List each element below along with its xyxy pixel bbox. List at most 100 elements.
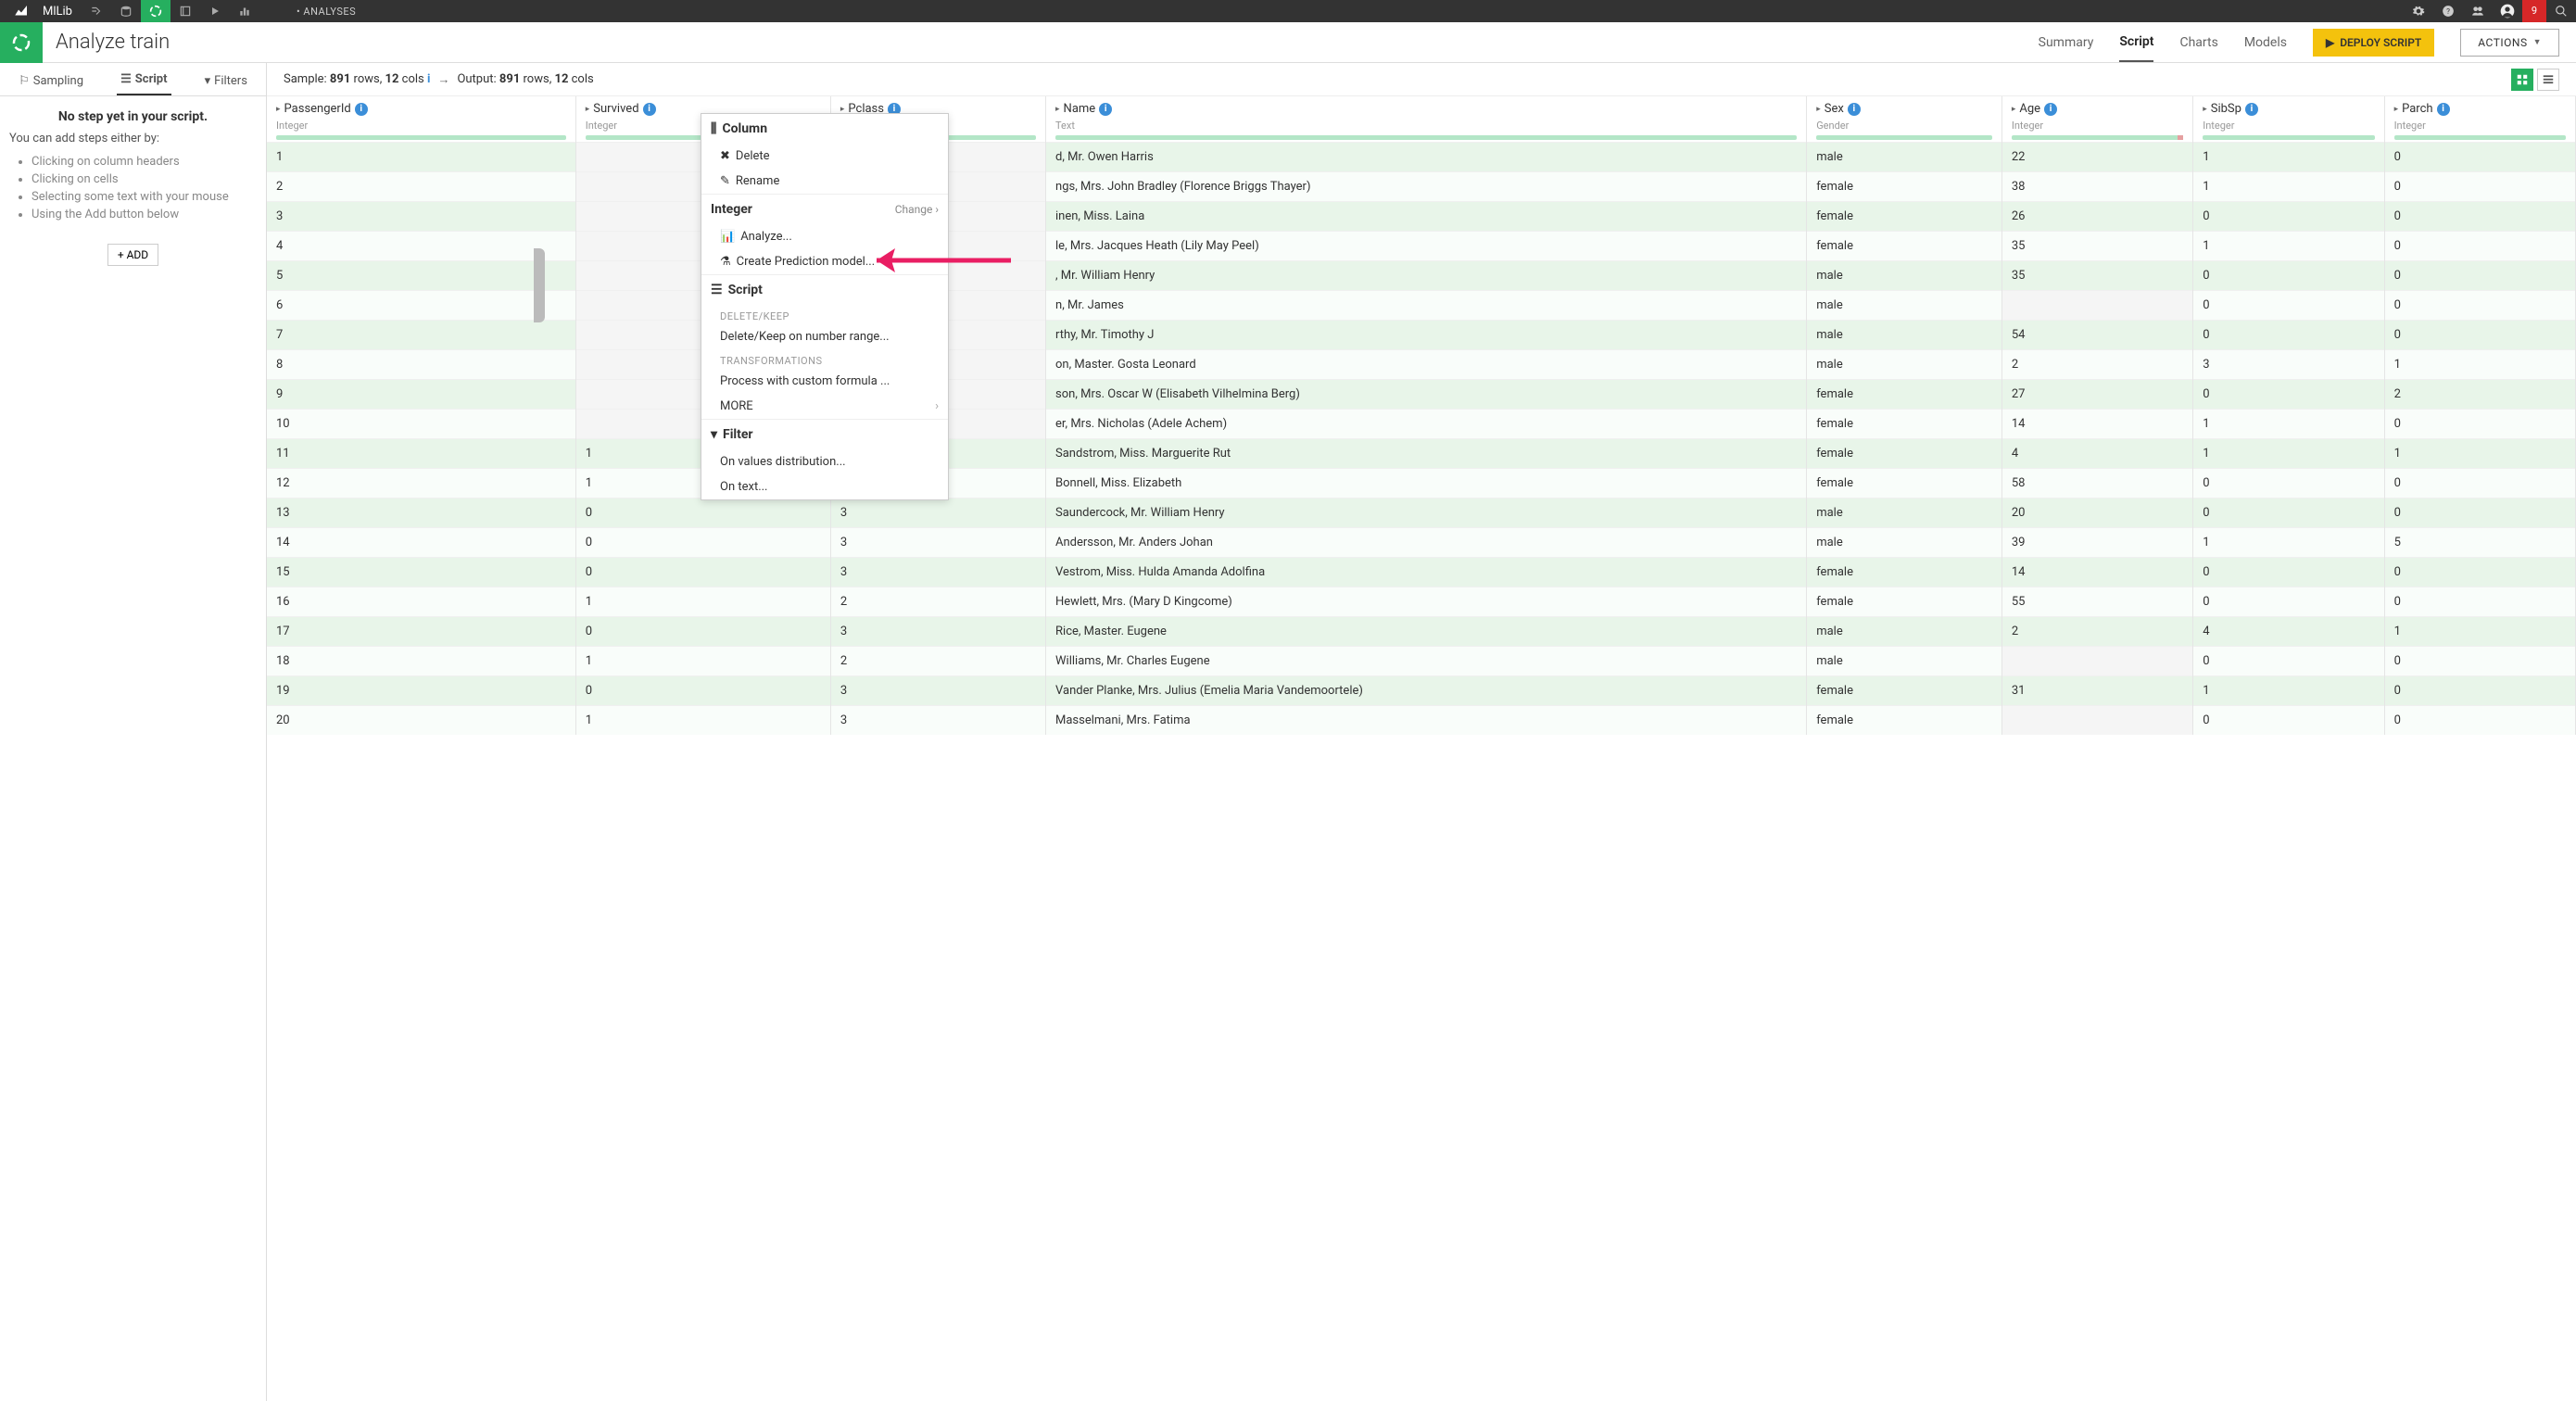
table-row[interactable]: 1903Vander Planke, Mrs. Julius (Emelia M… [267,676,2576,706]
cell-parch[interactable]: 0 [2384,469,2575,499]
cell-sibsp[interactable]: 0 [2193,321,2384,350]
cell-parch[interactable]: 1 [2384,617,2575,647]
menu-custom-formula[interactable]: Process with custom formula ... [701,369,948,394]
cell-sibsp[interactable]: 3 [2193,350,2384,380]
menu-create-prediction[interactable]: ⚗Create Prediction model... [701,249,948,274]
cell-age[interactable]: 54 [2001,321,2192,350]
cell-sibsp[interactable]: 0 [2193,647,2384,676]
cell-sex[interactable]: male [1807,647,2002,676]
cell-parch[interactable]: 0 [2384,676,2575,706]
cell-survived[interactable]: 0 [575,558,830,587]
cell-sex[interactable]: female [1807,676,2002,706]
cell-survived[interactable]: 1 [575,587,830,617]
cell-parch[interactable]: 1 [2384,439,2575,469]
cell-pclass[interactable]: 3 [830,499,1045,528]
cell-sibsp[interactable]: 0 [2193,261,2384,291]
cell-passengerid[interactable]: 20 [267,706,575,736]
cell-sibsp[interactable]: 1 [2193,172,2384,202]
cell-survived[interactable]: 0 [575,676,830,706]
cell-sex[interactable]: male [1807,350,2002,380]
cell-age[interactable]: 14 [2001,558,2192,587]
cell-passengerid[interactable]: 16 [267,587,575,617]
cell-sex[interactable]: male [1807,143,2002,172]
breadcrumb[interactable]: • ANALYSES [297,6,356,18]
cell-pclass[interactable]: 3 [830,528,1045,558]
deploy-script-button[interactable]: ▶ DEPLOY SCRIPT [2313,29,2434,57]
run-icon[interactable] [200,0,230,22]
cell-survived[interactable]: 1 [575,647,830,676]
column-header-age[interactable]: ▸ Age iInteger [2001,96,2192,143]
cell-parch[interactable]: 0 [2384,202,2575,232]
bird-logo-icon[interactable] [0,3,43,19]
cell-parch[interactable]: 0 [2384,291,2575,321]
cell-passengerid[interactable]: 1 [267,143,575,172]
cell-name[interactable]: d, Mr. Owen Harris [1046,143,1807,172]
cell-passengerid[interactable]: 8 [267,350,575,380]
cell-passengerid[interactable]: 15 [267,558,575,587]
analysis-icon[interactable] [141,0,170,22]
cell-name[interactable]: inen, Miss. Laina [1046,202,1807,232]
cell-sibsp[interactable]: 1 [2193,528,2384,558]
cell-passengerid[interactable]: 9 [267,380,575,410]
grid-view-button[interactable] [2511,69,2533,91]
menu-filter-text[interactable]: On text... [701,474,948,499]
menu-filter-distribution[interactable]: On values distribution... [701,449,948,474]
cell-parch[interactable]: 0 [2384,410,2575,439]
column-header-parch[interactable]: ▸ Parch iInteger [2384,96,2575,143]
cell-passengerid[interactable]: 10 [267,410,575,439]
cell-survived[interactable]: 1 [575,706,830,736]
cell-sibsp[interactable]: 4 [2193,617,2384,647]
table-row[interactable]: 6n, Mr. Jamesmale00 [267,291,2576,321]
cell-passengerid[interactable]: 19 [267,676,575,706]
cell-sibsp[interactable]: 1 [2193,410,2384,439]
cell-age[interactable]: 22 [2001,143,2192,172]
cell-name[interactable]: Hewlett, Mrs. (Mary D Kingcome) [1046,587,1807,617]
cell-parch[interactable]: 0 [2384,143,2575,172]
cell-sibsp[interactable]: 0 [2193,291,2384,321]
cell-name[interactable]: ngs, Mrs. John Bradley (Florence Briggs … [1046,172,1807,202]
list-view-button[interactable] [2537,69,2559,91]
cell-name[interactable]: Saundercock, Mr. William Henry [1046,499,1807,528]
brand-text[interactable]: MlLib [43,5,82,19]
cell-passengerid[interactable]: 4 [267,232,575,261]
tab-summary[interactable]: Summary [2039,24,2094,61]
cell-sex[interactable]: male [1807,528,2002,558]
tab-charts[interactable]: Charts [2179,24,2217,61]
cell-name[interactable]: er, Mrs. Nicholas (Adele Achem) [1046,410,1807,439]
cell-pclass[interactable]: 3 [830,558,1045,587]
cell-sex[interactable]: female [1807,380,2002,410]
cell-age[interactable]: 20 [2001,499,2192,528]
cell-age[interactable]: 58 [2001,469,2192,499]
cell-passengerid[interactable]: 6 [267,291,575,321]
cell-age[interactable] [2001,647,2192,676]
cell-survived[interactable]: 0 [575,617,830,647]
cell-pclass[interactable]: 2 [830,587,1045,617]
table-row[interactable]: 1812Williams, Mr. Charles Eugenemale00 [267,647,2576,676]
cell-pclass[interactable]: 3 [830,617,1045,647]
cell-sex[interactable]: female [1807,469,2002,499]
table-row[interactable]: 1113Sandstrom, Miss. Marguerite Rutfemal… [267,439,2576,469]
cell-parch[interactable]: 1 [2384,350,2575,380]
cell-parch[interactable]: 0 [2384,647,2575,676]
menu-rename[interactable]: ✎Rename [701,169,948,194]
cell-sex[interactable]: male [1807,321,2002,350]
cell-passengerid[interactable]: 18 [267,647,575,676]
cell-passengerid[interactable]: 12 [267,469,575,499]
actions-menu-button[interactable]: ACTIONS ▼ [2460,29,2559,57]
cell-age[interactable]: 55 [2001,587,2192,617]
info-icon[interactable]: i [427,72,430,86]
cell-pclass[interactable]: 3 [830,706,1045,736]
cell-name[interactable]: Williams, Mr. Charles Eugene [1046,647,1807,676]
cell-sex[interactable]: female [1807,202,2002,232]
table-row[interactable]: 2ngs, Mrs. John Bradley (Florence Briggs… [267,172,2576,202]
cell-name[interactable]: Bonnell, Miss. Elizabeth [1046,469,1807,499]
notification-count[interactable]: 9 [2522,0,2546,22]
cell-name[interactable]: on, Master. Gosta Leonard [1046,350,1807,380]
cell-age[interactable]: 2 [2001,350,2192,380]
table-row[interactable]: 1303Saundercock, Mr. William Henrymale20… [267,499,2576,528]
cell-sex[interactable]: female [1807,587,2002,617]
flow-icon[interactable] [82,0,111,22]
cell-sex[interactable]: female [1807,439,2002,469]
cell-passengerid[interactable]: 14 [267,528,575,558]
cell-survived[interactable]: 0 [575,528,830,558]
